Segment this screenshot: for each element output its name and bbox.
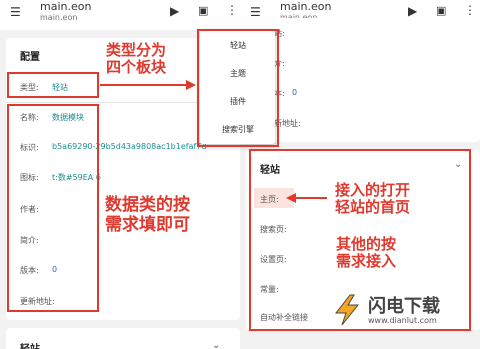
arrow-head-home (286, 193, 296, 203)
watermark-url: www.dianlut.com (368, 316, 437, 325)
lightning-logo-icon (334, 294, 360, 326)
watermark-brand: 闪电下载 (368, 296, 440, 317)
type-note: 类型分为 四个板块 (106, 41, 167, 77)
home-note-line2: 轻站的首页 (335, 198, 411, 217)
data-note-line1: 数据类的按 (105, 195, 190, 215)
data-note: 数据类的按 需求填即可 (105, 195, 190, 235)
other-note-line1: 其他的按 (336, 235, 397, 253)
other-note: 其他的按 需求接入 (336, 235, 397, 271)
type-note-line1: 类型分为 (106, 41, 167, 59)
home-note: 接入的打开 轻站的首页 (335, 181, 411, 217)
data-note-line2: 需求填即可 (105, 214, 190, 235)
type-note-line2: 四个板块 (106, 58, 167, 77)
other-note-line2: 需求接入 (336, 252, 397, 271)
arrow-head-type (186, 80, 196, 90)
home-note-line1: 接入的打开 (335, 181, 411, 199)
